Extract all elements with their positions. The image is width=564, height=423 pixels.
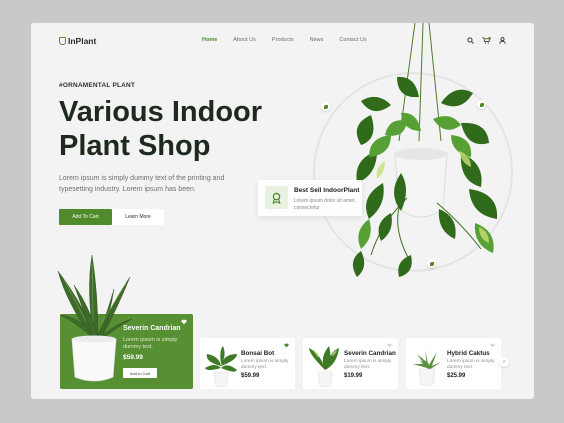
nav-about-us[interactable]: About Us <box>233 37 256 43</box>
featured-product-description: Lorem ipsum is simply dummy text. <box>123 337 178 350</box>
product-name: Bonsai Bot <box>241 350 275 357</box>
snake-plant-image <box>57 254 132 382</box>
heart-icon[interactable] <box>181 319 187 325</box>
add-to-cart-button[interactable]: Add To Cart <box>59 209 112 225</box>
heart-icon[interactable] <box>284 343 289 348</box>
nav-products[interactable]: Products <box>272 37 294 43</box>
product-price: $19.99 <box>344 373 363 379</box>
product-name: Hybrid Caktus <box>447 350 490 357</box>
product-card[interactable]: Bonsai Bot Lorem ipsum is simply dummy t… <box>200 338 295 389</box>
bonsai-image <box>205 346 237 388</box>
hero-title-line-2: Plant Shop <box>59 130 211 162</box>
product-price: $25.99 <box>447 373 466 379</box>
hero-title-line-1: Various Indoor <box>59 96 263 128</box>
hero-title: Various Indoor Plant Shop <box>59 95 262 163</box>
product-card[interactable]: Hybrid Caktus Lorem ipsum is simply dumm… <box>406 338 501 389</box>
best-sell-card[interactable]: Best Sell IndoorPlant Lorem ipsum dolor … <box>258 180 362 216</box>
hybrid-caktus-image <box>413 350 441 386</box>
logo-icon <box>59 37 66 45</box>
product-name: Severin Candrian <box>344 350 396 357</box>
severin-candrian-image <box>309 346 339 388</box>
nav-home[interactable]: Home <box>202 37 217 43</box>
heart-icon[interactable] <box>490 343 495 348</box>
heart-icon[interactable] <box>387 343 392 348</box>
product-description: Lorem ipsum is simply dummy text. <box>241 359 289 370</box>
product-card[interactable]: Severin Candrian Lorem ipsum is simply d… <box>303 338 398 389</box>
product-description: Lorem ipsum is simply dummy text. <box>447 359 495 370</box>
best-sell-title: Best Sell IndoorPlant <box>294 187 360 194</box>
logo[interactable]: InPlant <box>59 36 96 46</box>
hanging-plant-image <box>352 23 498 277</box>
next-arrow-button[interactable]: › <box>499 357 509 367</box>
landing-page: InPlant Home About Us Products News Cont… <box>31 23 534 399</box>
logo-text: InPlant <box>68 36 97 46</box>
product-price: $59.99 <box>241 373 260 379</box>
hero-kicker: #ORNAMENTAL PLANT <box>59 82 136 89</box>
hero-description: Lorem ipsum is simply dummy text of the … <box>59 175 225 193</box>
best-sell-description: Lorem ipsum dolor sit amet, consectetur <box>294 198 356 211</box>
award-icon <box>265 186 288 209</box>
learn-more-button[interactable]: Learn More <box>112 209 164 225</box>
product-description: Lorem ipsum is simply dummy text. <box>344 359 392 370</box>
